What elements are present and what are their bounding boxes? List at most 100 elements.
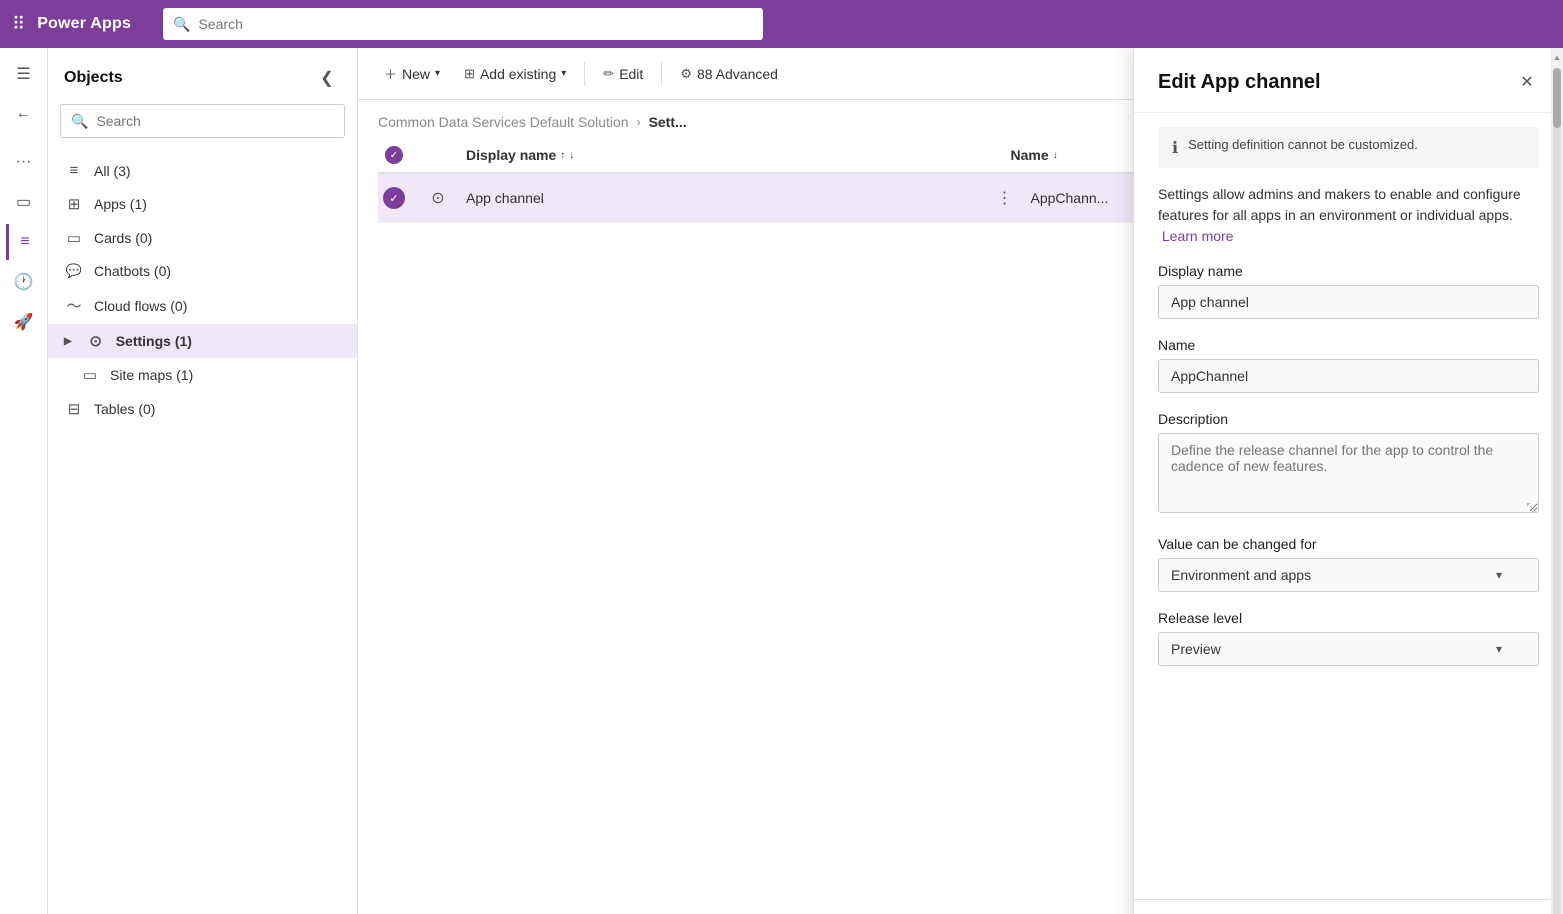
sidebar-item-site-maps-label: Site maps (1) xyxy=(110,367,193,383)
sidebar-item-apps[interactable]: ⊞ Apps (1) xyxy=(48,187,357,221)
info-banner: ℹ Setting definition cannot be customize… xyxy=(1158,127,1539,168)
sidebar-item-tables[interactable]: ⊟ Tables (0) xyxy=(48,392,357,426)
name-sort-icon: ↓ xyxy=(1053,150,1058,161)
sidebar-search-input[interactable] xyxy=(96,113,334,129)
sidebar-item-cards-label: Cards (0) xyxy=(94,230,152,246)
sidebar-nav: ≡ All (3) ⊞ Apps (1) ▭ Cards (0) 💬 Chatb… xyxy=(48,150,357,914)
cards-icon: ▭ xyxy=(64,229,84,247)
row-display-name: App channel xyxy=(466,190,979,206)
edit-icon: ✏ xyxy=(603,66,614,82)
nav-ellipsis-icon[interactable]: ··· xyxy=(6,144,42,180)
edit-button[interactable]: ✏ Edit xyxy=(593,60,653,88)
sidebar-item-all-label: All (3) xyxy=(94,163,131,179)
name-label: Name xyxy=(1158,337,1539,353)
resize-handle-icon: ⤡ xyxy=(1526,500,1536,515)
setting-description: Settings allow admins and makers to enab… xyxy=(1158,186,1521,244)
release-level-label: Release level xyxy=(1158,610,1539,626)
sidebar-item-settings[interactable]: ▶ ⊙ Settings (1) xyxy=(48,324,357,358)
release-level-select-wrapper: Preview ▾ xyxy=(1158,632,1539,666)
breadcrumb-current: Sett... xyxy=(649,114,687,130)
display-name-input[interactable] xyxy=(1158,285,1539,319)
sidebar-item-settings-label: Settings (1) xyxy=(116,333,192,349)
nav-rocket-icon[interactable]: 🚀 xyxy=(6,304,42,340)
add-existing-chevron-icon: ▾ xyxy=(561,68,566,79)
description-label: Description xyxy=(1158,411,1539,427)
row-icon-cell: ⊙ xyxy=(422,188,454,208)
sidebar-search-box: 🔍 xyxy=(60,104,345,138)
release-level-select[interactable]: Preview ▾ xyxy=(1158,632,1539,666)
nav-hamburger-icon[interactable]: ☰ xyxy=(6,56,42,92)
panel-close-button[interactable]: ✕ xyxy=(1511,66,1543,98)
nav-back-icon[interactable]: ← xyxy=(6,96,42,132)
sidebar-item-tables-label: Tables (0) xyxy=(94,401,155,417)
nav-list-icon[interactable]: ≡ xyxy=(6,224,42,260)
scrollbar-thumb[interactable] xyxy=(1553,68,1561,128)
sidebar-collapse-button[interactable]: ❮ xyxy=(313,64,341,92)
breadcrumb-parent[interactable]: Common Data Services Default Solution xyxy=(378,114,629,130)
topbar: ⠿ Power Apps 🔍 xyxy=(0,0,1563,48)
sidebar-item-apps-label: Apps (1) xyxy=(94,196,147,212)
sidebar-item-chatbots-label: Chatbots (0) xyxy=(94,263,171,279)
col-display-name-header[interactable]: Display name ↑ ↓ xyxy=(466,147,999,163)
sidebar-item-cloud-flows-label: Cloud flows (0) xyxy=(94,298,187,314)
scrollbar-track[interactable] xyxy=(1553,68,1561,914)
panel-title: Edit App channel xyxy=(1158,71,1321,94)
advanced-icon: ⚙ xyxy=(680,66,692,82)
value-can-be-changed-select[interactable]: Environment and apps ▾ xyxy=(1158,558,1539,592)
sidebar-item-all[interactable]: ≡ All (3) xyxy=(48,154,357,187)
plus-icon: ＋ xyxy=(384,64,397,83)
panel-footer: Save Cancel xyxy=(1134,899,1563,914)
sidebar-item-chatbots[interactable]: 💬 Chatbots (0) xyxy=(48,255,357,287)
apps-icon: ⊞ xyxy=(64,195,84,213)
select-chevron-icon: ▾ xyxy=(1496,568,1502,582)
main-layout: ☰ ← ··· ▭ ≡ 🕐 🚀 Objects ❮ 🔍 ≡ All (3) ⊞ … xyxy=(0,48,1563,914)
sidebar-search-icon: 🔍 xyxy=(71,113,88,130)
new-button[interactable]: ＋ New ▾ xyxy=(374,58,450,89)
textarea-wrapper: ⤡ xyxy=(1158,433,1539,518)
panel-body: ℹ Setting definition cannot be customize… xyxy=(1134,113,1563,899)
more-dots-icon: ⋮ xyxy=(997,188,1013,208)
right-panel: Edit App channel ✕ ℹ Setting definition … xyxy=(1133,48,1563,914)
sidebar: Objects ❮ 🔍 ≡ All (3) ⊞ Apps (1) ▭ Cards… xyxy=(48,48,358,914)
row-more-button[interactable]: ⋮ xyxy=(991,184,1019,212)
scrollbar-up-arrow[interactable]: ▲ xyxy=(1551,48,1563,66)
name-field-group: Name xyxy=(1158,337,1539,393)
search-icon: 🔍 xyxy=(173,16,190,33)
global-search-box: 🔍 xyxy=(163,8,763,40)
value-can-be-changed-select-wrapper: Environment and apps ▾ xyxy=(1158,558,1539,592)
grid-icon[interactable]: ⠿ xyxy=(12,14,25,35)
sidebar-item-cloud-flows[interactable]: 〜 Cloud flows (0) xyxy=(48,287,357,324)
sidebar-item-cards[interactable]: ▭ Cards (0) xyxy=(48,221,357,255)
description-textarea[interactable] xyxy=(1158,433,1539,513)
app-title: Power Apps xyxy=(37,15,131,33)
add-existing-button[interactable]: ⊞ Add existing ▾ xyxy=(454,60,576,88)
display-name-label: Display name xyxy=(1158,263,1539,279)
setting-description-block: Settings allow admins and makers to enab… xyxy=(1158,184,1539,247)
toolbar-divider-1 xyxy=(584,62,585,86)
advanced-button[interactable]: ⚙ 88 Advanced xyxy=(670,60,788,88)
tables-icon: ⊟ xyxy=(64,400,84,418)
display-name-field-group: Display name xyxy=(1158,263,1539,319)
release-level-chevron-icon: ▾ xyxy=(1496,642,1502,656)
release-level-value: Preview xyxy=(1171,641,1221,657)
header-checkbox-cell: ✓ xyxy=(378,146,410,164)
global-search-input[interactable] xyxy=(199,16,754,32)
nav-history-icon[interactable]: 🕐 xyxy=(6,264,42,300)
value-can-be-changed-label: Value can be changed for xyxy=(1158,536,1539,552)
all-icon: ≡ xyxy=(64,162,84,179)
sidebar-title: Objects xyxy=(64,69,123,87)
value-can-be-changed-value: Environment and apps xyxy=(1171,567,1311,583)
row-check-circle: ✓ xyxy=(383,187,405,209)
sidebar-item-site-maps[interactable]: ▭ Site maps (1) xyxy=(48,358,357,392)
value-can-be-changed-field-group: Value can be changed for Environment and… xyxy=(1158,536,1539,592)
nav-pages-icon[interactable]: ▭ xyxy=(6,184,42,220)
panel-scrollbar[interactable]: ▲ ▼ xyxy=(1551,48,1563,914)
name-input[interactable] xyxy=(1158,359,1539,393)
description-field-group: Description ⤡ xyxy=(1158,411,1539,518)
add-existing-icon: ⊞ xyxy=(464,66,475,82)
left-nav: ☰ ← ··· ▭ ≡ 🕐 🚀 xyxy=(0,48,48,914)
new-chevron-icon: ▾ xyxy=(435,68,440,79)
learn-more-link[interactable]: Learn more xyxy=(1162,228,1234,244)
sort-up-icon: ↑ xyxy=(560,150,565,161)
panel-header: Edit App channel ✕ xyxy=(1134,48,1563,113)
